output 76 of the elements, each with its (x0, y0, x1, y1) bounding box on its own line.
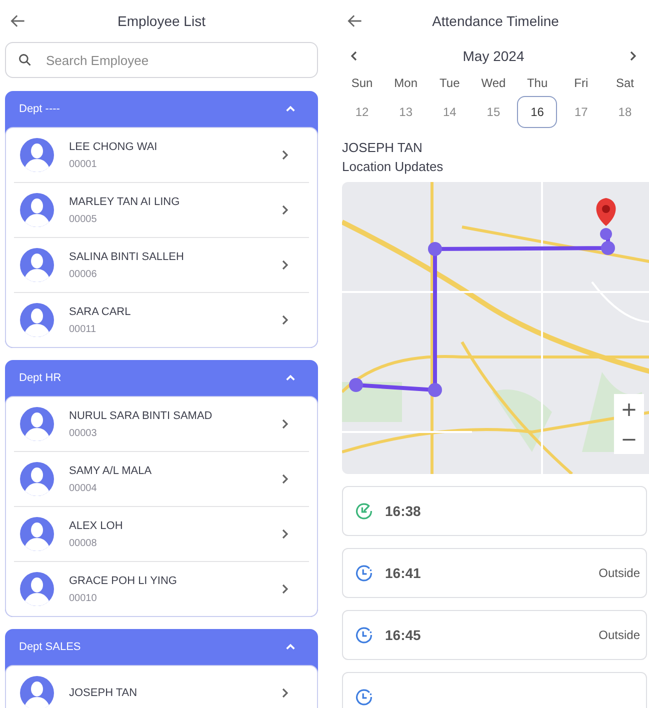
employee-id: 00011 (69, 324, 98, 334)
employee-name-heading: JOSEPH TAN (342, 140, 424, 155)
chevron-icon[interactable] (285, 374, 296, 382)
section-title: Location Updates (342, 159, 444, 174)
weekday-label: Tue (440, 76, 460, 90)
employee-name[interactable]: SARA CARL (69, 306, 266, 318)
avatar-icon (20, 193, 54, 227)
chevron-right-icon[interactable] (281, 314, 289, 326)
weekday-label: Thu (526, 76, 548, 90)
employee-id: 00003 (69, 428, 98, 438)
clock-arrow-icon (355, 502, 373, 520)
clock-icon (355, 688, 373, 706)
employee-id: 00005 (69, 214, 98, 224)
clock-icon (355, 626, 373, 644)
previous-month-icon[interactable] (350, 50, 358, 62)
employee-id: 00006 (69, 268, 98, 280)
chevron-icon[interactable] (285, 105, 296, 113)
avatar-icon (20, 462, 54, 496)
entry-time: 16:38 (385, 503, 421, 519)
employee-name[interactable]: JOSEPH TAN (69, 687, 266, 699)
weekday-label: Fri (574, 76, 588, 90)
chevron-right-icon[interactable] (281, 687, 289, 699)
entry-location: Outside (598, 566, 640, 580)
department-name: Dept HR (19, 372, 62, 384)
employee-id: 00001 (69, 158, 98, 170)
next-month-icon[interactable] (628, 50, 637, 62)
clock-icon (355, 564, 373, 582)
timeline-entry[interactable]: 16:45 Outside (342, 610, 647, 660)
chevron-right-icon[interactable] (281, 473, 289, 485)
avatar-icon (20, 517, 54, 551)
timeline-entry[interactable]: 16:41 Outside (342, 548, 647, 598)
chevron-right-icon[interactable] (281, 418, 289, 430)
employee-name[interactable]: SAMY A/L MALA (69, 464, 266, 476)
search-icon (18, 53, 32, 67)
chevron-right-icon[interactable] (281, 583, 289, 595)
chevron-right-icon[interactable] (281, 204, 289, 216)
weekday-label: Wed (481, 76, 506, 90)
date-cell[interactable]: 17 (561, 96, 602, 128)
weekday-label: Sat (616, 76, 634, 90)
employee-name[interactable]: LEE CHONG WAI (69, 140, 266, 152)
date-cell[interactable]: 18 (604, 96, 645, 128)
chevron-right-icon[interactable] (281, 259, 289, 271)
timeline-entry[interactable]: 16:38 (342, 486, 647, 536)
screen-title: Employee List (118, 13, 206, 29)
weekday-label: Sun (351, 76, 373, 90)
chevron-right-icon[interactable] (281, 528, 289, 540)
date-cell[interactable]: 16 (517, 96, 558, 128)
entry-time: 16:45 (385, 627, 421, 643)
department-name: Dept SALES (19, 641, 81, 653)
employee-name[interactable]: NURUL SARA BINTI SAMAD (69, 410, 266, 422)
employee-name[interactable]: MARLEY TAN AI LING (69, 196, 266, 208)
avatar-icon (20, 248, 54, 282)
search-field[interactable]: Search Employee (5, 42, 318, 78)
screen-title: Attendance Timeline (432, 13, 559, 29)
employee-name[interactable]: GRACE POH LI YING (69, 574, 266, 586)
avatar-icon (20, 572, 54, 606)
avatar-icon (20, 407, 54, 441)
date-cell[interactable]: 12 (342, 96, 382, 128)
chevron-icon[interactable] (285, 643, 296, 651)
employee-name[interactable]: ALEX LOH (69, 520, 266, 532)
employee-id: 00008 (69, 538, 98, 548)
chevron-right-icon[interactable] (281, 149, 289, 161)
date-cell[interactable]: 13 (386, 96, 426, 128)
avatar-icon (20, 138, 54, 172)
location-pin-icon (596, 198, 616, 226)
date-cell[interactable]: 14 (430, 96, 470, 128)
entry-time: 16:41 (385, 565, 421, 581)
entry-location: Outside (598, 628, 640, 642)
department-name: Dept ---- (19, 103, 60, 115)
employee-id: 00004 (69, 482, 98, 494)
weekday-label: Mon (394, 76, 418, 90)
employee-name[interactable]: SALINA BINTI SALLEH (69, 250, 266, 262)
month-label: May 2024 (462, 48, 524, 64)
avatar-icon (20, 303, 54, 337)
employee-id: 00010 (69, 592, 98, 604)
date-cell[interactable]: 15 (473, 96, 514, 128)
